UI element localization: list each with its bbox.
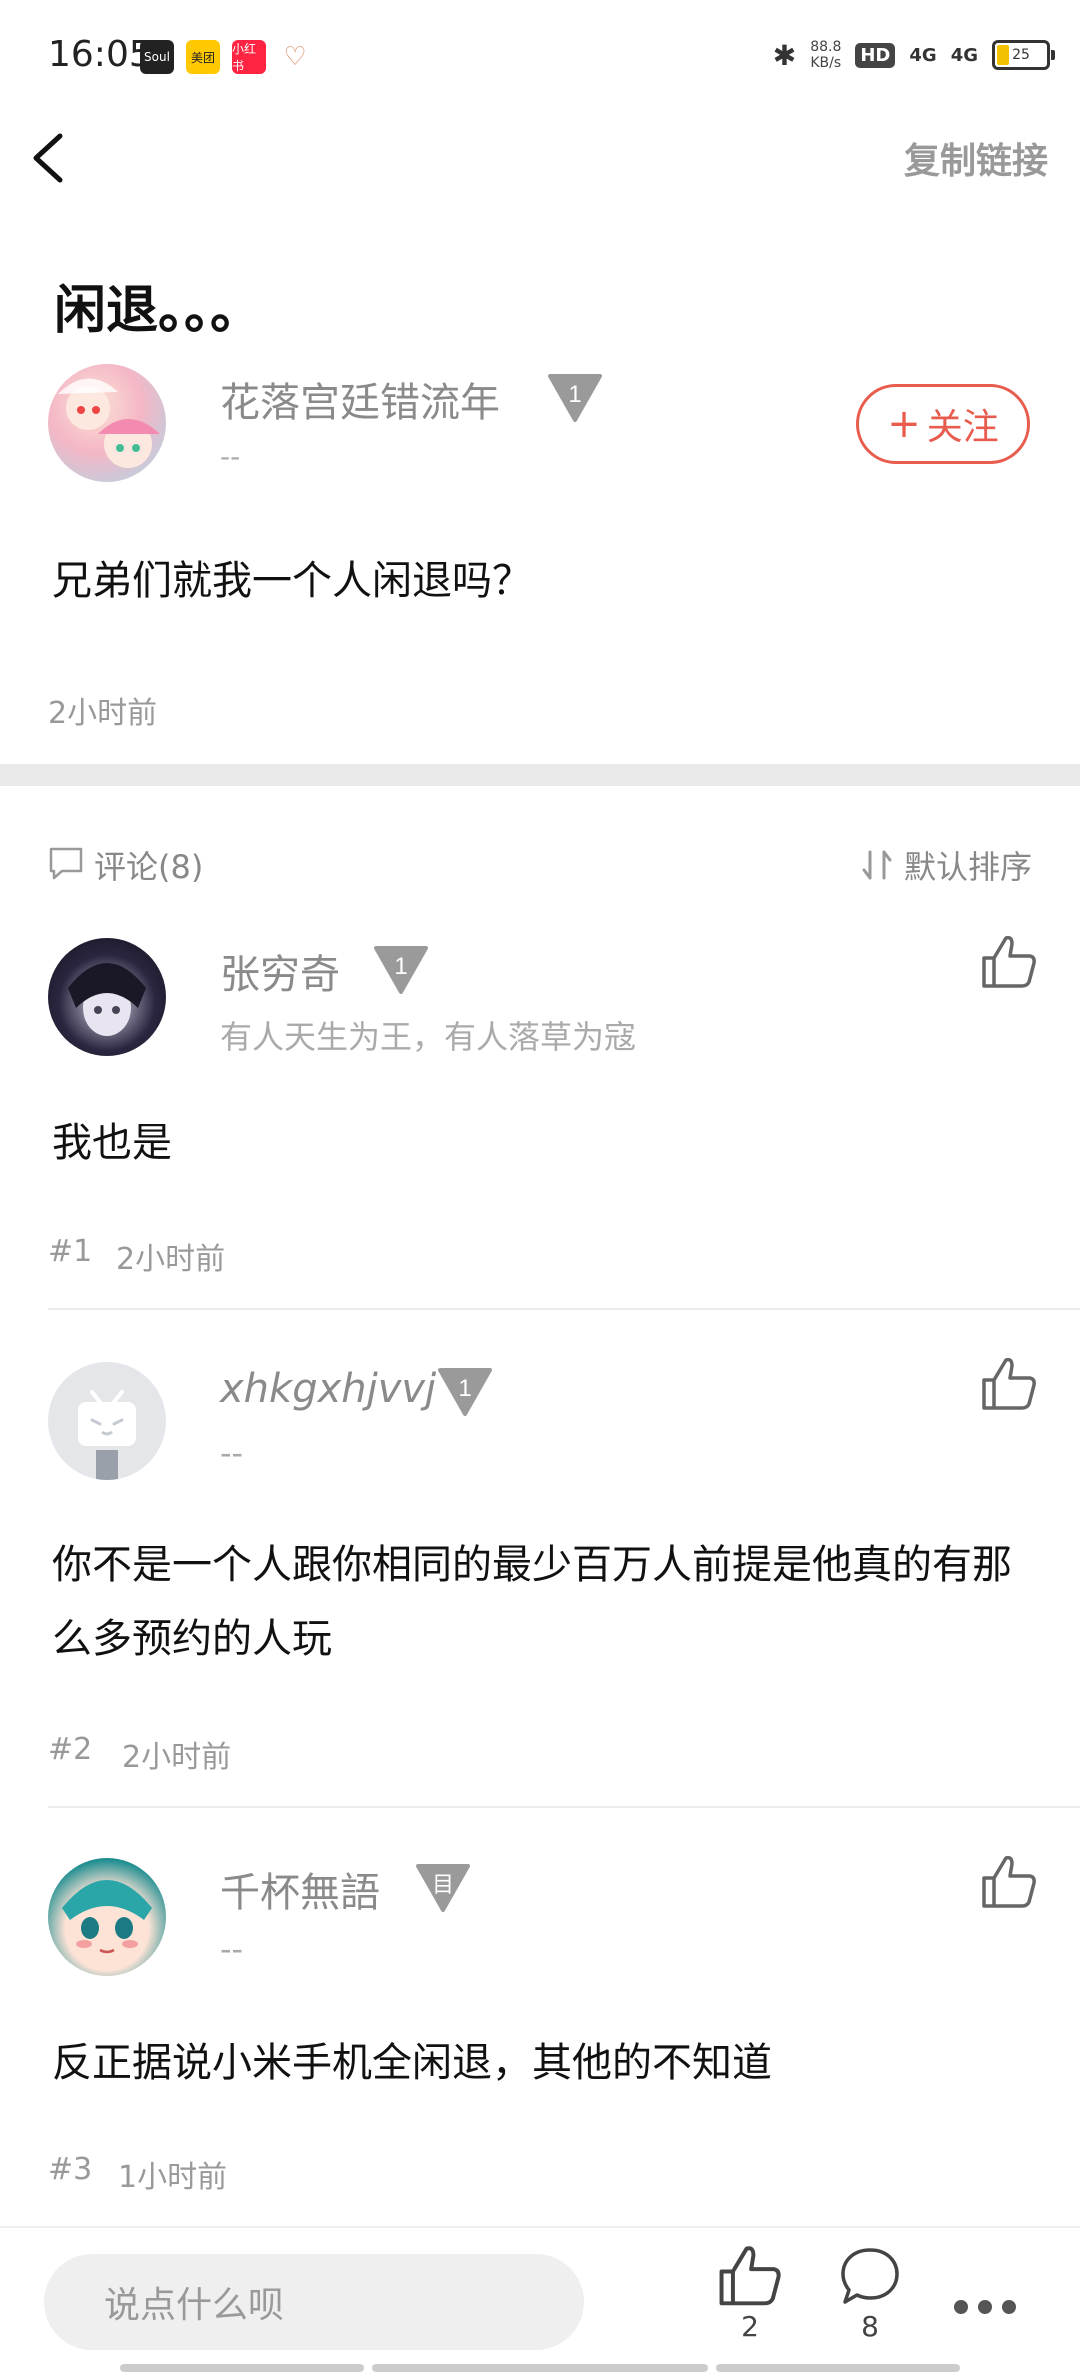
comment-avatar[interactable] [48, 1858, 166, 1976]
comment-time: 2小时前 [116, 1242, 226, 1277]
battery-level: 25 [1012, 47, 1030, 63]
bluetooth-icon: ✱ [772, 38, 797, 72]
miku-avatar-icon [62, 1880, 152, 1954]
level-badge: 1 [546, 372, 604, 424]
comment-divider [48, 1308, 1080, 1310]
nav-gesture-segment [372, 2364, 708, 2372]
level-badge: 1 [436, 1366, 494, 1418]
sort-button[interactable]: 默认排序 [860, 842, 1032, 888]
comment-body: 我也是 [52, 1120, 172, 1166]
comment-body: 反正据说小米手机全闲退，其他的不知道 [52, 2040, 772, 2086]
level-badge: 1 [372, 944, 430, 996]
nav-gesture-segment [716, 2364, 960, 2372]
comment-floor: #1 [48, 1234, 93, 1269]
default-tv-avatar-icon [78, 1390, 136, 1480]
anime-avatar-icon [58, 378, 160, 468]
battery-icon: 25 [992, 40, 1055, 70]
post-time: 2小时前 [48, 696, 158, 731]
net-speed-unit: KB/s [810, 55, 842, 71]
comment-post-button[interactable]: 8 [830, 2244, 910, 2343]
speech-bubble-icon [841, 2248, 899, 2304]
comment-author-signature: -- [220, 1930, 244, 1968]
comment-author-name[interactable]: xhkgxhjvvj [220, 1366, 436, 1412]
copy-link-button[interactable]: 复制链接 [904, 132, 1048, 184]
network-speed: 88.8 KB/s [810, 39, 841, 71]
thumbs-up-icon[interactable] [980, 1356, 1038, 1412]
hd-icon: HD [855, 42, 896, 68]
post-title: 闲退。。。 [54, 281, 263, 341]
bottom-action-bar: 说点什么呗 2 8 [0, 2226, 1080, 2378]
level-badge: 目 [414, 1862, 472, 1914]
comment-input[interactable]: 说点什么呗 [44, 2254, 584, 2350]
status-indicators: ✱ 88.8 KB/s HD 4G 4G 25 [772, 32, 1055, 78]
more-dot-icon [978, 2300, 992, 2314]
xiaohongshu-app-icon: 小红书 [232, 40, 266, 74]
thumbs-up-icon [719, 2246, 781, 2306]
more-dot-icon [954, 2300, 968, 2314]
nav-gesture-segment [120, 2364, 364, 2372]
author-level-text: 1 [568, 381, 581, 408]
comment-level-text: 1 [394, 953, 407, 980]
comment-body: 你不是一个人跟你相同的最少百万人前提是他真的有那么多预约的人玩 [52, 1542, 1012, 1662]
section-divider [0, 764, 1080, 786]
comment-time: 1小时前 [118, 2160, 228, 2195]
post-body: 兄弟们就我一个人闲退吗？ [52, 558, 532, 604]
health-app-icon: ♡ [278, 40, 312, 74]
author-name[interactable]: 花落宫廷错流年 [220, 370, 500, 428]
sort-icon [862, 850, 892, 880]
chevron-left-icon [33, 133, 63, 183]
signal-4g-1: 4G [909, 44, 937, 66]
comment-level-text: 目 [432, 1873, 454, 1898]
comment-floor: #2 [48, 1732, 93, 1767]
comment-author-name[interactable]: 张穷奇 [220, 942, 340, 1000]
level-badge-icon: 1 [548, 374, 602, 422]
comment-author-name[interactable]: 千杯無語 [220, 1860, 380, 1918]
comment-icon [49, 847, 83, 880]
signal-4g-2: 4G [950, 44, 978, 66]
comment-avatar[interactable] [48, 1362, 166, 1480]
sort-label: 默认排序 [903, 848, 1032, 886]
follow-button[interactable]: + 关注 [856, 384, 1030, 464]
meituan-app-icon: 美团 [186, 40, 220, 74]
comment-floor: #3 [48, 2152, 93, 2187]
like-count: 2 [741, 2310, 759, 2343]
like-post-button[interactable]: 2 [710, 2244, 790, 2343]
status-time: 16:05 [48, 34, 152, 75]
back-button[interactable] [26, 128, 76, 188]
comment-count: 8 [861, 2310, 879, 2343]
comment-divider [48, 1806, 1080, 1808]
author-avatar[interactable] [48, 364, 166, 482]
plus-icon: + [887, 401, 921, 447]
comment-avatar[interactable] [48, 938, 166, 1056]
comment-time: 2小时前 [122, 1740, 232, 1775]
author-signature: -- [220, 440, 241, 473]
level-badge-icon: 1 [374, 946, 428, 994]
level-badge-icon: 1 [438, 1368, 492, 1416]
soul-app-icon: Soul [140, 40, 174, 74]
comment-author-signature: 有人天生为王，有人落草为寇 [220, 1018, 637, 1056]
comment-level-text: 1 [458, 1375, 471, 1402]
thumbs-up-icon[interactable] [980, 1854, 1038, 1910]
level-badge-icon: 目 [416, 1864, 470, 1912]
thumbs-up-icon[interactable] [980, 934, 1038, 990]
net-speed-value: 88.8 [810, 39, 842, 55]
follow-label: 关注 [926, 407, 999, 448]
comments-count-label: 评论(8) [94, 848, 204, 886]
status-bar: 16:05 Soul 美团 小红书 ♡ ✱ 88.8 KB/s HD 4G 4G… [0, 0, 1080, 110]
dark-hair-avatar-icon [68, 963, 146, 1036]
more-dot-icon [1002, 2300, 1016, 2314]
more-options-button[interactable] [954, 2300, 1016, 2314]
comment-author-signature: -- [220, 1434, 244, 1472]
